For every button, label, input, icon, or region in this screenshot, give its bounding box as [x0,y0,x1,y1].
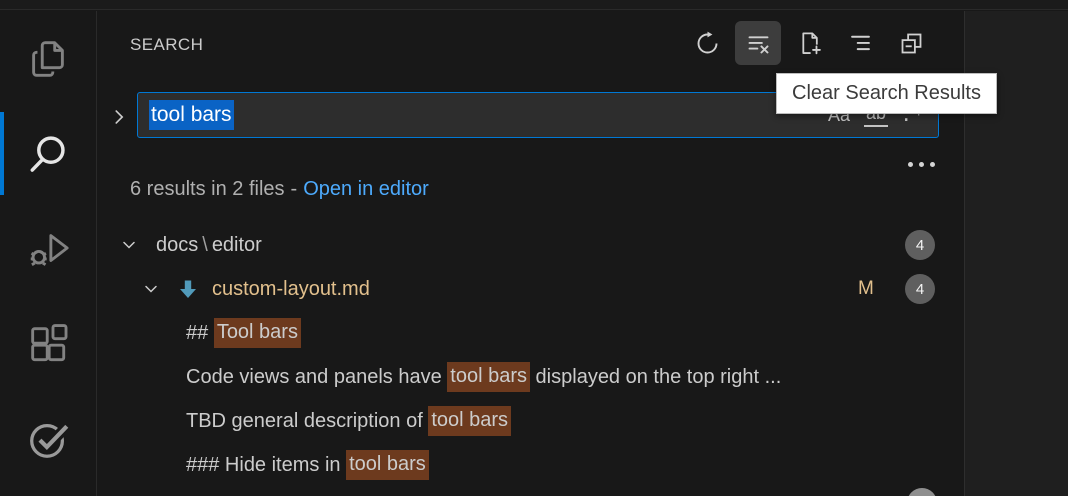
titlebar-edge [0,0,1068,10]
ellipsis-icon [919,162,924,167]
chevron-down-icon[interactable] [119,235,139,255]
search-query-text: tool bars [149,103,234,127]
file-match-count-badge: 4 [905,274,935,304]
match-text-after: displayed on the top right ... [530,366,781,389]
extensions-icon [25,321,71,367]
chevron-right-icon [108,106,130,128]
sidebar-item-search[interactable] [0,106,96,201]
folder-segment: docs [156,234,198,256]
new-search-editor-icon [796,30,823,57]
panel-title: SEARCH [130,35,203,55]
result-folder-row[interactable]: docs\editor 4 [98,223,954,267]
folder-match-count-badge: 4 [905,230,935,260]
match-text-before: ## [186,322,214,345]
folder-path: docs\editor [156,234,262,257]
view-as-tree-button[interactable] [837,21,883,65]
open-in-editor-link[interactable]: Open in editor [303,178,429,200]
git-modified-badge: M [858,278,874,300]
path-separator: \ [202,234,208,256]
ellipsis-icon [930,162,935,167]
testing-icon [25,416,71,462]
clear-search-results-icon [745,30,772,57]
search-icon [25,131,71,177]
sidebar-item-testing[interactable] [0,391,96,486]
sidebar-item-extensions[interactable] [0,296,96,391]
vscode-window: SEARCH [0,0,1068,496]
separator: - [291,178,298,200]
file-name: custom-layout.md [212,278,370,301]
toggle-search-details-button[interactable] [904,157,938,171]
results-count: 6 results in 2 files [130,178,285,200]
match-text-highlight: tool bars [346,450,429,480]
selected-text: tool bars [149,100,234,130]
clear-search-results-button[interactable] [735,21,781,65]
search-match-row[interactable]: ### Hide items in tool bars [98,443,954,487]
panel-toolbar [684,21,934,65]
search-match-row[interactable]: Code views and panels have tool bars dis… [98,355,954,399]
sidebar-item-run-debug[interactable] [0,201,96,296]
match-text-highlight: Tool bars [214,318,301,348]
refresh-button[interactable] [684,21,730,65]
tooltip: Clear Search Results [776,73,997,114]
markdown-file-icon [175,276,201,302]
open-new-search-editor-button[interactable] [786,21,832,65]
collapse-all-button[interactable] [888,21,934,65]
activity-bar [0,11,97,496]
sidebar-item-explorer[interactable] [0,11,96,106]
search-panel: SEARCH [98,11,964,496]
match-text-before: Code views and panels have [186,366,447,389]
tooltip-text: Clear Search Results [792,82,981,105]
chevron-down-icon[interactable] [141,279,161,299]
match-text-before: TBD general description of [186,410,428,433]
results-summary: 6 results in 2 files-Open in editor [130,178,429,201]
folder-segment: editor [212,234,262,256]
search-match-row[interactable]: ## Tool bars [98,311,954,355]
list-tree-icon [847,30,874,57]
files-explorer-icon [25,36,71,82]
clipped-match-count-badge [907,488,937,496]
refresh-icon [694,30,721,57]
search-match-row[interactable]: TBD general description of tool bars [98,399,954,443]
result-file-row[interactable]: custom-layout.md M 4 [98,267,954,311]
toggle-replace-button[interactable] [104,99,134,135]
run-debug-icon [25,226,71,272]
match-text-highlight: tool bars [428,406,511,436]
match-text-highlight: tool bars [447,362,530,392]
match-text-before: ### Hide items in [186,454,346,477]
collapse-all-icon [898,30,925,57]
ellipsis-icon [908,162,913,167]
